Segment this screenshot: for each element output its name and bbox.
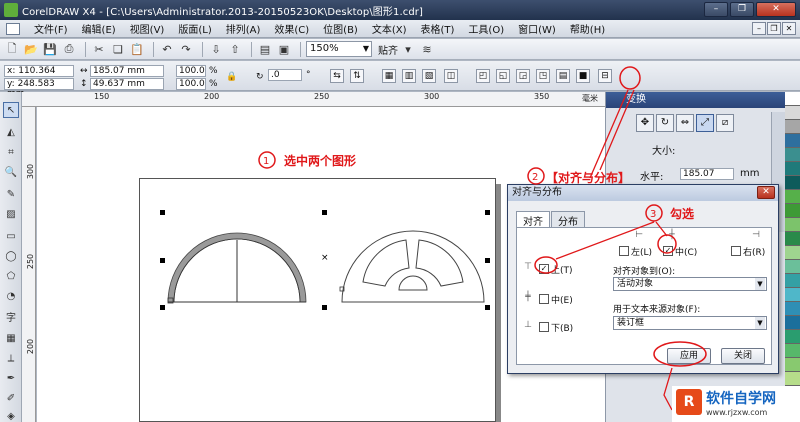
step-2-annotation: 【对齐与分布】 (546, 171, 631, 185)
apply-button-highlight (653, 341, 707, 367)
align-tool-highlight-circle (619, 66, 641, 90)
watermark-text: 软件自学网 (706, 391, 776, 407)
step-2-number: 2 (532, 172, 538, 183)
arrow-to-dialog (589, 89, 629, 179)
step-1-annotation: 选中两个图形 (284, 154, 357, 168)
step-4-mark (663, 367, 673, 411)
arrow-to-top-checkbox (555, 221, 655, 260)
center-checkbox-highlight (657, 234, 677, 254)
step-3-number: 3 (650, 209, 656, 220)
step-3-annotation: 勾选 (670, 207, 695, 221)
watermark: R 软件自学网 www.rjzxw.com (672, 386, 800, 422)
step-1-number: 1 (263, 156, 269, 167)
watermark-url: www.rjzxw.com (706, 408, 768, 417)
watermark-logo-icon: R (676, 389, 702, 415)
arrow-to-dialog-2 (599, 89, 635, 171)
arrow-to-center-checkbox (655, 221, 668, 237)
top-checkbox-highlight (534, 256, 558, 274)
